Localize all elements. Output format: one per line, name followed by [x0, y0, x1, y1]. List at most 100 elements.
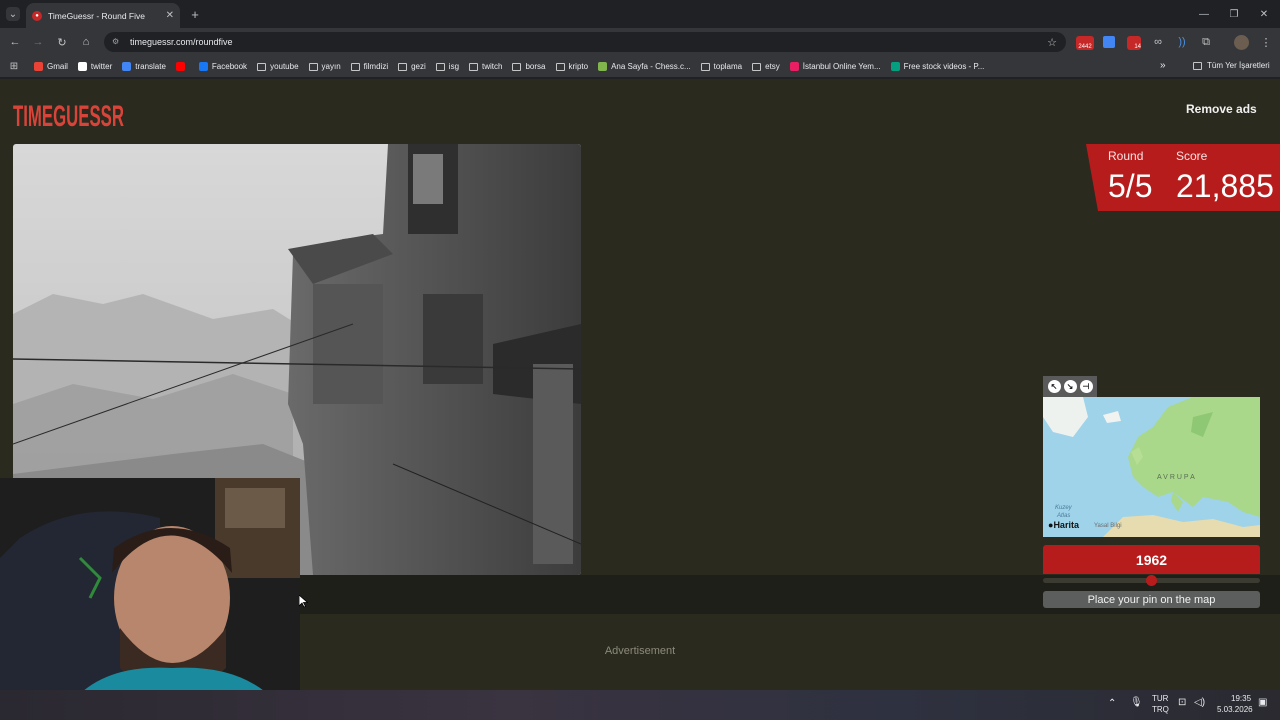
- bookmark-favicon-icon: [175, 62, 185, 71]
- folder-icon: [435, 62, 445, 71]
- streamer-webcam-image: [0, 478, 300, 720]
- place-pin-button[interactable]: Place your pin on the map: [1043, 591, 1260, 608]
- bookmark-item[interactable]: Facebook: [198, 62, 247, 71]
- folder-icon: [350, 62, 360, 71]
- folder-icon: [752, 62, 762, 71]
- bookmark-item[interactable]: etsy: [752, 62, 780, 71]
- bookmark-item[interactable]: isg: [435, 62, 459, 71]
- map-legal-link[interactable]: Yasal Bilgi: [1094, 523, 1122, 529]
- extensions-puzzle-icon[interactable]: ⧉: [1198, 34, 1214, 50]
- logo-text: TIMEGUESSR: [13, 100, 124, 132]
- active-tab[interactable]: ● TimeGuessr - Round Five ✕: [26, 3, 180, 28]
- glasses-extension-icon[interactable]: ∞: [1150, 34, 1166, 50]
- volume-icon[interactable]: ◁): [1194, 697, 1205, 708]
- home-icon[interactable]: ⌂: [78, 34, 94, 50]
- bookmark-item[interactable]: Ana Sayfa - Chess.c...: [598, 62, 691, 71]
- round-value: 5/5: [1108, 168, 1153, 204]
- tab-search-button[interactable]: ⌄: [6, 7, 20, 21]
- extension-2-icon[interactable]: 14: [1127, 36, 1141, 50]
- tab-title: TimeGuessr - Round Five: [48, 10, 145, 21]
- folder-icon: [398, 62, 408, 71]
- network-icon[interactable]: ⊡: [1178, 697, 1186, 708]
- shrink-map-icon[interactable]: ↘: [1063, 380, 1077, 393]
- extension-2-count: 14: [1134, 44, 1141, 50]
- bookmark-favicon-icon: [198, 62, 208, 71]
- bookmark-favicon-icon: [77, 62, 87, 71]
- show-hidden-icons-chevron-icon[interactable]: ⌃: [1108, 698, 1116, 709]
- apps-grid-icon[interactable]: ⊞: [6, 59, 22, 75]
- map-brand-label: Harita: [1053, 520, 1079, 530]
- forward-arrow-icon[interactable]: →: [30, 34, 46, 50]
- reload-icon[interactable]: ↻: [54, 34, 70, 50]
- restore-button[interactable]: ❐: [1226, 6, 1242, 22]
- year-slider-handle[interactable]: [1146, 575, 1157, 586]
- address-bar[interactable]: ⚙ timeguessr.com/roundfive: [104, 32, 1066, 52]
- clock-date[interactable]: 5.03.2026: [1217, 705, 1253, 714]
- folder-icon: [512, 62, 522, 71]
- translate-extension-icon[interactable]: [1103, 36, 1115, 48]
- profile-avatar[interactable]: [1234, 35, 1249, 50]
- language-indicator-1[interactable]: TUR: [1152, 694, 1168, 703]
- browser-menu-icon[interactable]: ⋮: [1258, 34, 1274, 50]
- bookmark-item[interactable]: borsa: [512, 62, 546, 71]
- folder-icon: [700, 62, 710, 71]
- bookmark-item[interactable]: [175, 62, 189, 71]
- map-brand: ●Harita: [1048, 520, 1079, 530]
- bookmark-label: etsy: [765, 62, 780, 71]
- more-bookmarks-button[interactable]: »: [1160, 60, 1166, 71]
- expand-map-icon[interactable]: ↖: [1047, 380, 1061, 393]
- timeguessr-favicon-icon: ●: [32, 10, 42, 21]
- remove-ads-link[interactable]: Remove ads: [1186, 102, 1257, 116]
- bookmark-label: borsa: [525, 62, 546, 71]
- extension-badge-icon[interactable]: 2442: [1076, 36, 1094, 50]
- bookmark-item[interactable]: translate: [122, 62, 166, 71]
- bookmark-item[interactable]: Free stock videos - P...: [890, 62, 984, 71]
- year-display: 1962: [1043, 545, 1260, 574]
- timeguessr-logo[interactable]: TIMEGUESSR: [13, 90, 125, 132]
- close-window-button[interactable]: ✕: [1256, 6, 1272, 22]
- score-value: 21,885: [1176, 168, 1274, 204]
- bookmark-item[interactable]: yayın: [308, 62, 341, 71]
- round-label: Round: [1108, 149, 1144, 163]
- bookmark-item[interactable]: İstanbul Online Yem...: [789, 62, 881, 71]
- bookmark-label: filmdizi: [363, 62, 389, 71]
- bookmark-label: toplama: [713, 62, 743, 71]
- map-sea-label-1: Kuzey: [1055, 505, 1072, 511]
- language-indicator-2[interactable]: TRQ: [1152, 705, 1169, 714]
- bookmark-item[interactable]: youtube: [257, 62, 299, 71]
- bookmark-item[interactable]: filmdizi: [350, 62, 389, 71]
- bookmark-label: gezi: [411, 62, 426, 71]
- bookmark-label: İstanbul Online Yem...: [802, 62, 881, 71]
- extension-badge-count: 2442: [1078, 44, 1092, 50]
- all-bookmarks-folder[interactable]: Tüm Yer İşaretleri: [1193, 61, 1270, 70]
- minimize-button[interactable]: —: [1196, 6, 1212, 22]
- notifications-icon[interactable]: ▣: [1258, 697, 1267, 708]
- bookmark-item[interactable]: kripto: [555, 62, 588, 71]
- bookmark-label: translate: [135, 62, 166, 71]
- bookmark-item[interactable]: toplama: [700, 62, 743, 71]
- webcam-overlay: [0, 478, 300, 720]
- folder-icon: [1193, 61, 1202, 70]
- audio-extension-icon[interactable]: )): [1174, 34, 1190, 50]
- guess-map[interactable]: AVRUPA Kuzey Atlas ●Harita Yasal Bilgi: [1043, 397, 1260, 537]
- close-tab-icon[interactable]: ✕: [166, 10, 174, 21]
- site-info-icon[interactable]: ⚙: [112, 37, 122, 47]
- bookmark-label: twitter: [90, 62, 113, 71]
- new-tab-button[interactable]: +: [188, 7, 202, 22]
- clock-time[interactable]: 19:35: [1231, 694, 1251, 703]
- folder-icon: [257, 62, 267, 71]
- bookmark-favicon-icon: [122, 62, 132, 71]
- folder-icon: [308, 62, 318, 71]
- back-arrow-icon[interactable]: ←: [7, 34, 23, 50]
- bookmark-label: twitch: [482, 62, 503, 71]
- bookmark-item[interactable]: twitch: [469, 62, 502, 71]
- bookmark-star-icon[interactable]: ☆: [1044, 34, 1060, 50]
- pin-map-icon[interactable]: ⊣: [1079, 380, 1093, 393]
- mouse-cursor-icon: [299, 595, 308, 608]
- bookmark-item[interactable]: gezi: [398, 62, 426, 71]
- bookmark-item[interactable]: twitter: [77, 62, 113, 71]
- microphone-icon[interactable]: 🎙: [1130, 697, 1143, 708]
- bookmark-item[interactable]: Gmail: [34, 62, 68, 71]
- folder-icon: [469, 62, 479, 71]
- bookmark-label: Gmail: [47, 62, 68, 71]
